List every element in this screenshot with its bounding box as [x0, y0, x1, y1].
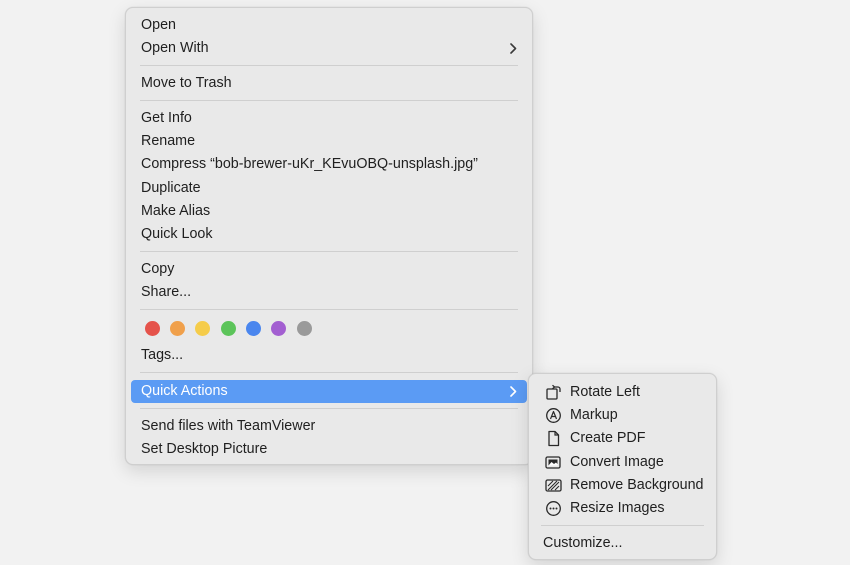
tag-gray-dot[interactable]: [297, 321, 312, 336]
menu-separator: [140, 408, 518, 409]
submenu-item-label: Resize Images: [570, 500, 665, 516]
markup-icon: [545, 407, 562, 424]
chevron-right-icon: [508, 380, 518, 403]
menu-item-make-alias[interactable]: Make Alias: [131, 200, 527, 223]
tag-blue-dot[interactable]: [246, 321, 261, 336]
resize-images-icon: [545, 500, 562, 517]
menu-item-tags[interactable]: Tags...: [131, 344, 527, 367]
submenu-item-resize-images[interactable]: Resize Images: [537, 497, 708, 520]
context-menu: Open Open With Move to Trash Get Info Re…: [125, 7, 533, 465]
tag-green-dot[interactable]: [221, 321, 236, 336]
submenu-item-rotate-left[interactable]: Rotate Left: [537, 381, 708, 404]
menu-item-send-teamviewer[interactable]: Send files with TeamViewer: [131, 415, 527, 438]
submenu-item-label: Remove Background: [570, 477, 704, 493]
menu-item-duplicate[interactable]: Duplicate: [131, 177, 527, 200]
tag-purple-dot[interactable]: [271, 321, 286, 336]
menu-item-quick-look[interactable]: Quick Look: [131, 223, 527, 246]
menu-separator: [140, 372, 518, 373]
menu-separator: [140, 251, 518, 252]
submenu-item-convert-image[interactable]: Convert Image: [537, 451, 708, 474]
rotate-left-icon: [545, 384, 562, 401]
submenu-item-label: Customize...: [543, 535, 623, 551]
submenu-item-label: Create PDF: [570, 430, 646, 446]
menu-item-share[interactable]: Share...: [131, 281, 527, 304]
menu-separator: [140, 100, 518, 101]
tag-yellow-dot[interactable]: [195, 321, 210, 336]
chevron-right-icon: [508, 37, 518, 60]
submenu-item-markup[interactable]: Markup: [537, 404, 708, 427]
menu-item-label: Quick Actions: [141, 383, 228, 399]
menu-item-label: Open With: [141, 40, 209, 56]
menu-item-get-info[interactable]: Get Info: [131, 107, 527, 130]
remove-background-icon: [545, 477, 562, 494]
menu-separator: [140, 309, 518, 310]
menu-separator: [140, 65, 518, 66]
submenu-item-create-pdf[interactable]: Create PDF: [537, 427, 708, 450]
menu-item-set-desktop-picture[interactable]: Set Desktop Picture: [131, 438, 527, 461]
menu-item-rename[interactable]: Rename: [131, 130, 527, 153]
submenu-item-label: Rotate Left: [570, 384, 640, 400]
submenu-item-label: Convert Image: [570, 454, 664, 470]
menu-item-copy[interactable]: Copy: [131, 258, 527, 281]
menu-separator: [541, 525, 704, 526]
menu-item-move-to-trash[interactable]: Move to Trash: [131, 72, 527, 95]
submenu-item-customize[interactable]: Customize...: [535, 532, 708, 555]
submenu-item-remove-background[interactable]: Remove Background: [537, 474, 708, 497]
menu-item-open-with[interactable]: Open With: [131, 37, 527, 60]
tag-red-dot[interactable]: [145, 321, 160, 336]
submenu-item-label: Markup: [570, 407, 618, 423]
convert-image-icon: [545, 454, 562, 471]
menu-item-compress[interactable]: Compress “bob-brewer-uKr_KEvuOBQ-unsplas…: [131, 153, 527, 176]
quick-actions-submenu: Rotate Left Markup Create PDF Convert Im…: [528, 373, 717, 560]
tag-orange-dot[interactable]: [170, 321, 185, 336]
menu-item-quick-actions[interactable]: Quick Actions: [131, 380, 527, 403]
create-pdf-icon: [545, 430, 562, 447]
menu-item-open[interactable]: Open: [131, 14, 527, 37]
